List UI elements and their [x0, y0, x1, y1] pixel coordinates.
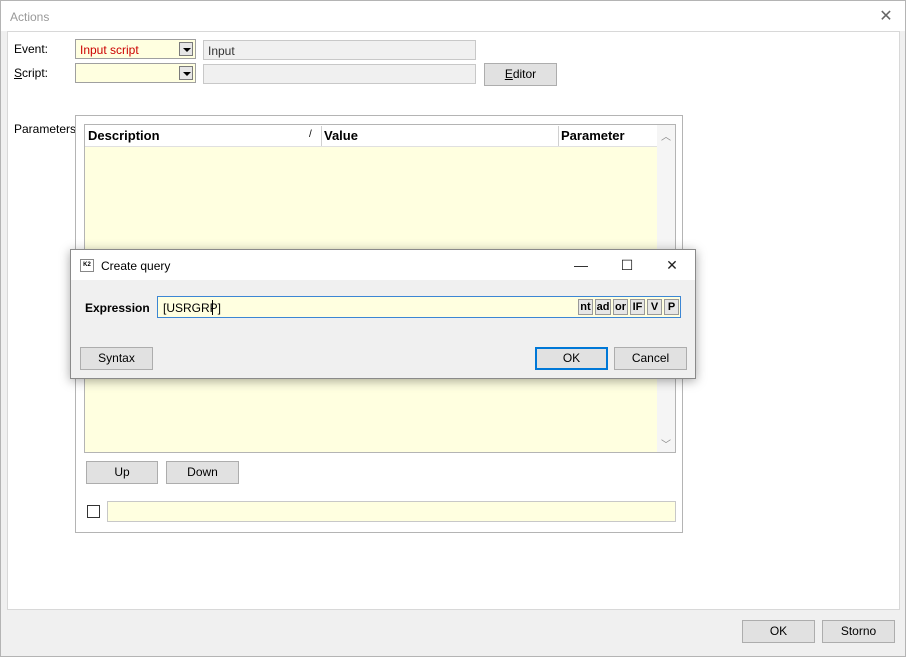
operator-and-button[interactable]: ad [595, 299, 611, 315]
down-button[interactable]: Down [166, 461, 239, 484]
operator-if-button[interactable]: IF [630, 299, 645, 315]
window-close-icon[interactable]: ✕ [874, 8, 898, 26]
column-separator [558, 126, 559, 146]
footer-ok-button[interactable]: OK [742, 620, 815, 643]
dialog-title: Create query [101, 259, 171, 273]
sort-indicator-icon: / [309, 129, 312, 140]
dialog-titlebar: K2 Create query — ☐ ✕ [71, 250, 695, 280]
operator-p-button[interactable]: P [664, 299, 679, 315]
maximize-icon[interactable]: ☐ [604, 250, 650, 280]
up-button[interactable]: Up [86, 461, 158, 484]
bottom-input[interactable] [107, 501, 676, 522]
event-combo-value: Input script [80, 43, 139, 57]
script-dropdown-icon[interactable] [179, 66, 193, 80]
scroll-down-icon[interactable]: ﹀ [657, 436, 675, 451]
script-combo[interactable] [75, 63, 196, 83]
script-label: Script: [14, 66, 49, 80]
event-display-field: Input [203, 40, 476, 60]
operator-or-button[interactable]: or [613, 299, 628, 315]
grid-header: Description / Value Parameter [85, 125, 657, 147]
expression-label: Expression [85, 301, 150, 315]
dialog-close-icon[interactable]: ✕ [649, 250, 695, 280]
app-icon: K2 [80, 259, 94, 272]
column-header-value[interactable]: Value [324, 128, 358, 143]
event-combo[interactable]: Input script [75, 39, 196, 59]
event-display-text: Input [208, 44, 235, 58]
syntax-button[interactable]: Syntax [80, 347, 153, 370]
column-header-parameter[interactable]: Parameter [561, 128, 625, 143]
dialog-ok-button[interactable]: OK [535, 347, 608, 370]
parameters-label: Parameters: [14, 122, 80, 136]
dialog-cancel-button[interactable]: Cancel [614, 347, 687, 370]
bottom-checkbox[interactable] [87, 505, 100, 518]
window-title: Actions [10, 10, 50, 24]
column-header-description[interactable]: Description [88, 128, 160, 143]
storno-button[interactable]: Storno [822, 620, 895, 643]
operator-not-button[interactable]: nt [578, 299, 593, 315]
scroll-up-icon[interactable]: ︿ [657, 128, 675, 143]
column-separator [321, 126, 322, 146]
event-dropdown-icon[interactable] [179, 42, 193, 56]
minimize-icon[interactable]: — [558, 250, 604, 280]
operator-v-button[interactable]: V [647, 299, 662, 315]
create-query-dialog: K2 Create query — ☐ ✕ Expression [USRGRP… [70, 249, 696, 379]
text-caret [212, 300, 213, 315]
event-label: Event: [14, 42, 49, 56]
expression-input[interactable]: [USRGRP] nt ad or IF V P [157, 296, 681, 318]
editor-button[interactable]: Editor [484, 63, 557, 86]
window-titlebar: Actions ✕ [1, 1, 905, 31]
script-display-field [203, 64, 476, 84]
